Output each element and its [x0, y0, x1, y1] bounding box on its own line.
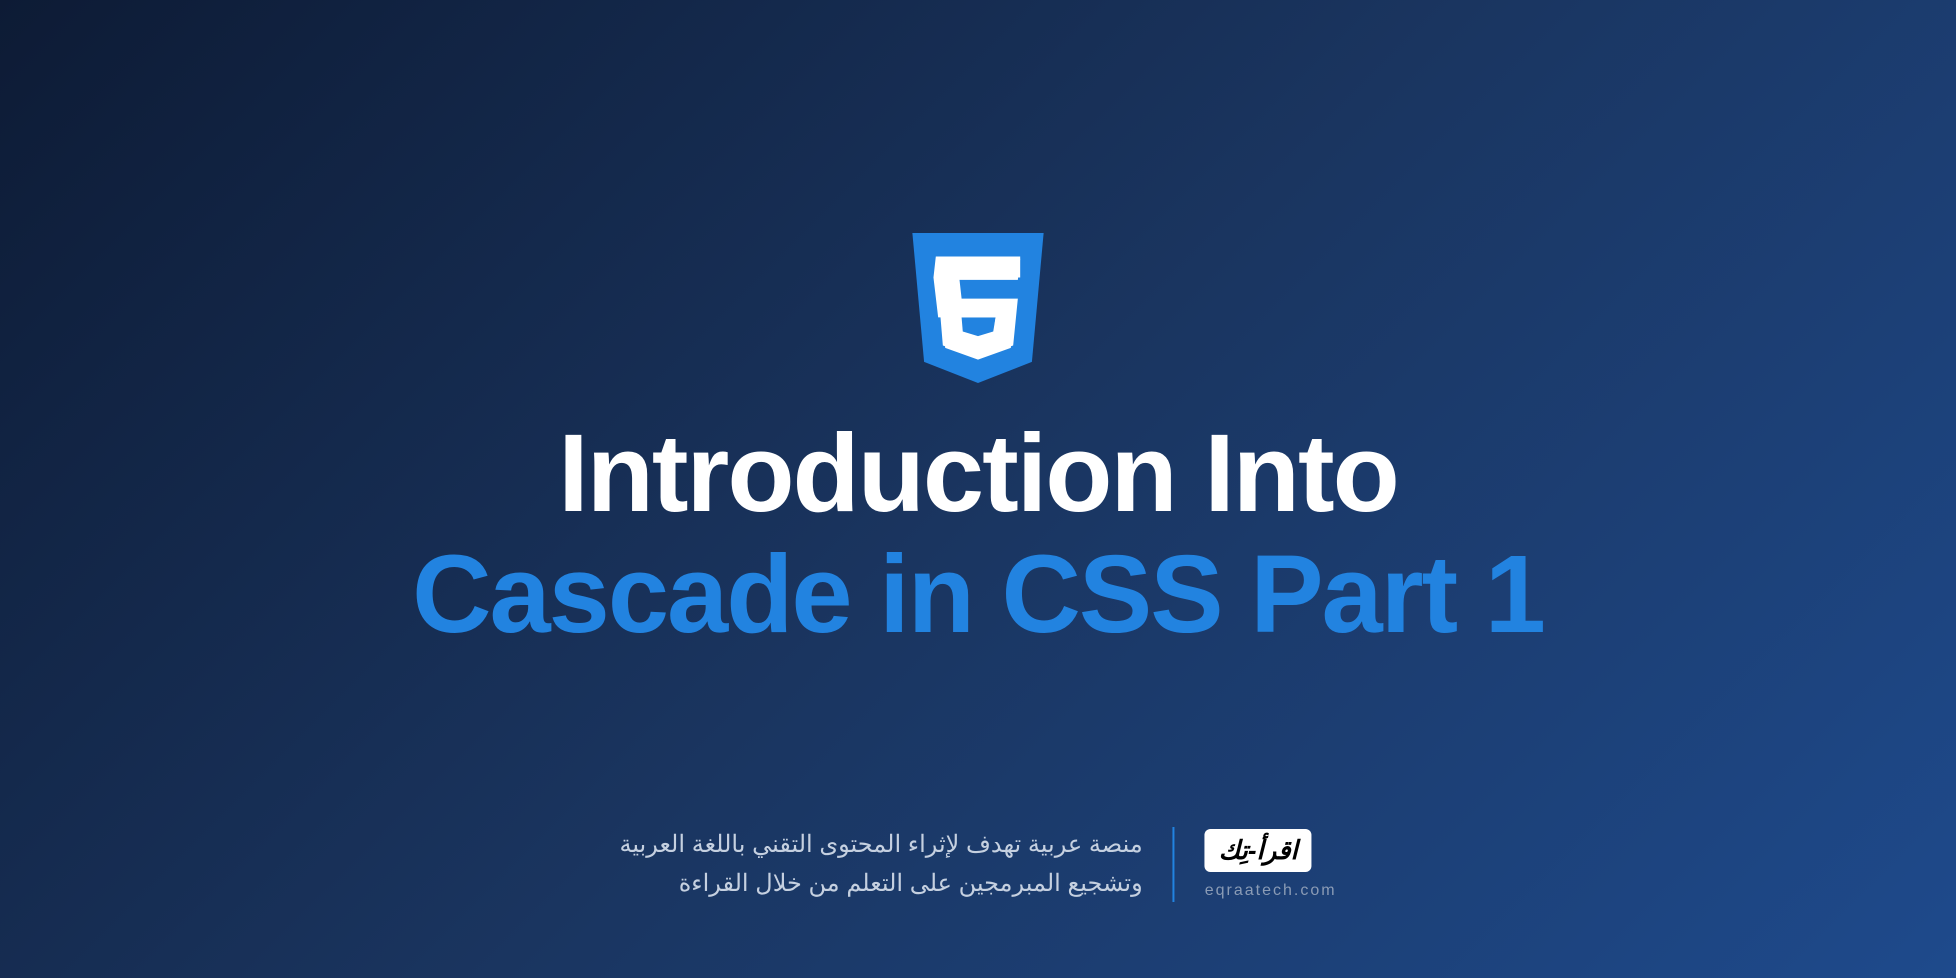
main-container: Introduction Into Cascade in CSS Part 1 … — [0, 0, 1956, 978]
title-block: Introduction Into Cascade in CSS Part 1 — [412, 413, 1544, 655]
website-url: eqraatech.com — [1205, 882, 1337, 900]
title-secondary: Cascade in CSS Part 1 — [412, 534, 1544, 655]
tagline-line2: وتشجيع المبرمجين على التعلم من خلال القر… — [619, 865, 1142, 903]
brand-logo: اقرأ-تِك — [1205, 829, 1312, 872]
footer-tagline: منصة عربية تهدف لإثراء المحتوى التقني با… — [619, 826, 1142, 903]
css3-logo-icon — [903, 223, 1053, 393]
footer-branding: اقرأ-تِك eqraatech.com — [1205, 829, 1337, 900]
title-primary: Introduction Into — [412, 413, 1544, 534]
footer-divider — [1173, 827, 1175, 902]
footer-section: اقرأ-تِك eqraatech.com منصة عربية تهدف ل… — [619, 826, 1336, 903]
tagline-line1: منصة عربية تهدف لإثراء المحتوى التقني با… — [619, 826, 1142, 864]
